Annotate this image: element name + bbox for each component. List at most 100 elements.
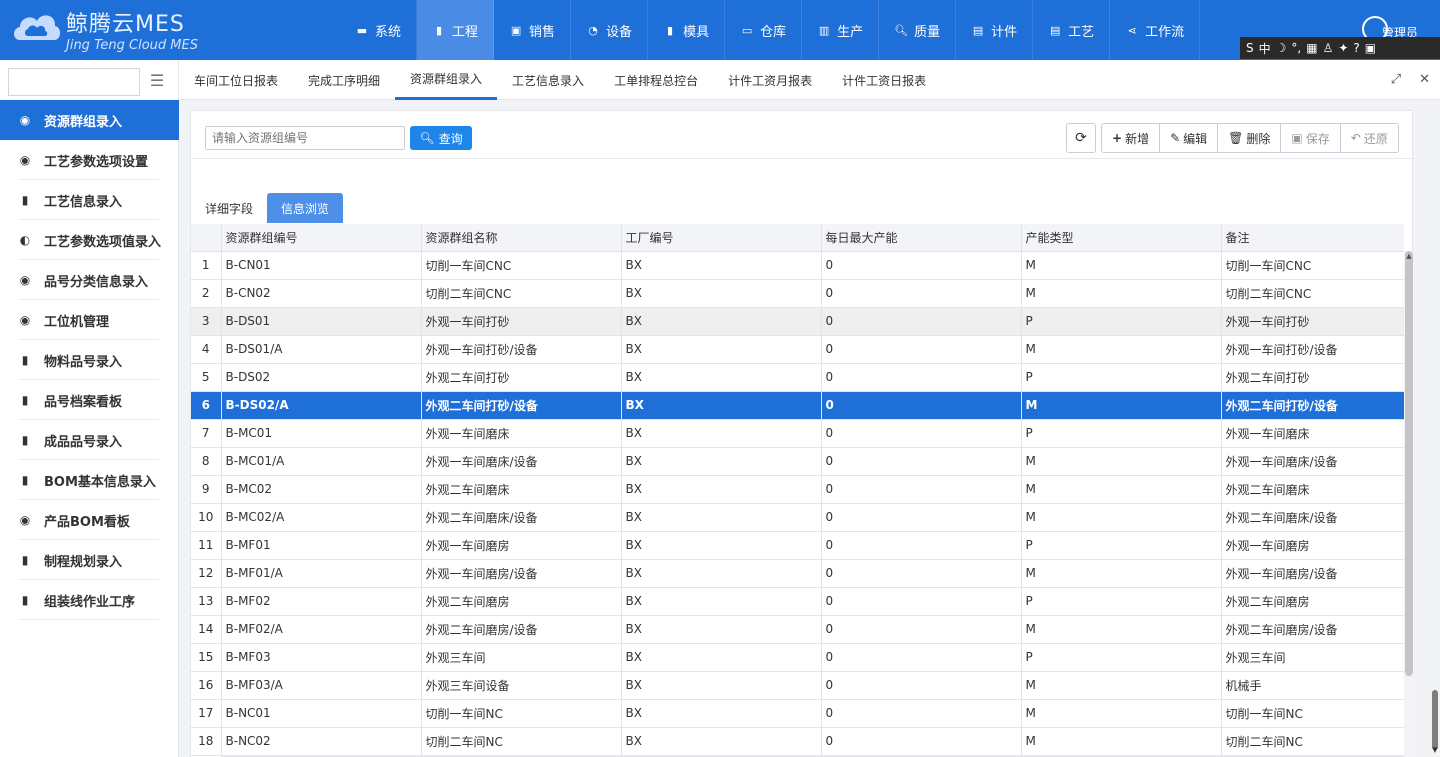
row-number: 7 <box>191 419 222 448</box>
tab-4[interactable]: 工单排程总控台 <box>599 60 713 100</box>
refresh-button[interactable]: ⟳ <box>1066 123 1096 153</box>
nav-item-1[interactable]: ▮ 工程 <box>417 0 495 60</box>
sidebar-item-7[interactable]: ▮ 品号档案看板 <box>0 380 179 420</box>
table-cell: BX <box>621 363 822 392</box>
resource-group-search-input[interactable] <box>205 126 405 150</box>
column-header[interactable]: 产能类型 <box>1021 224 1222 252</box>
nav-item-0[interactable]: ▬ 系统 <box>340 0 418 60</box>
tab-detail-fields[interactable]: 详细字段 <box>191 193 267 223</box>
scroll-down-arrow-icon[interactable]: ▼ <box>1430 745 1440 755</box>
ime-button-icon[interactable]: 中 <box>1259 40 1271 57</box>
ime-button-icon[interactable]: ♙ <box>1323 41 1334 55</box>
menu-collapse-icon[interactable]: ☰ <box>146 72 168 90</box>
sidebar-item-label: 物料品号录入 <box>44 354 123 370</box>
table-row[interactable]: 14 B-MF02/A 外观二车间磨房/设备 BX 0 M 外观二车间磨房/设备 <box>191 615 1404 644</box>
ime-button-icon[interactable]: ▣ <box>1365 41 1376 55</box>
table-cell: BX <box>621 251 822 280</box>
sidebar-item-3[interactable]: ◐ 工艺参数选项值录入 <box>0 220 179 260</box>
restore-button[interactable]: ↶ 还原 <box>1340 124 1398 152</box>
column-header[interactable]: 每日最大产能 <box>821 224 1022 252</box>
tab-6[interactable]: 计件工资日报表 <box>827 60 941 100</box>
row-number: 10 <box>191 503 222 532</box>
nav-item-10[interactable]: ⋖ 工作流 <box>1110 0 1201 60</box>
nav-item-7[interactable]: 🔍︎ 质量 <box>879 0 957 60</box>
grid-scroll-thumb[interactable] <box>1405 251 1413 676</box>
table-row[interactable]: 3 B-DS01 外观一车间打砂 BX 0 P 外观一车间打砂 <box>191 307 1404 336</box>
table-row[interactable]: 2 B-CN02 切削二车间CNC BX 0 M 切削二车间CNC <box>191 279 1404 308</box>
top-navbar: 鲸腾云MES Jing Teng Cloud MES ▬ 系统 ▮ 工程 ▣ 销售 ◔ 设备 ▮… <box>0 0 1440 60</box>
tab-5[interactable]: 计件工资月报表 <box>713 60 827 100</box>
table-row[interactable]: 4 B-DS01/A 外观一车间打砂/设备 BX 0 M 外观一车间打砂/设备 <box>191 335 1404 364</box>
sidebar-item-2[interactable]: ▮ 工艺信息录入 <box>0 180 179 220</box>
grid-vertical-scrollbar[interactable] <box>1404 251 1414 757</box>
column-header[interactable]: 资源群组编号 <box>221 224 422 252</box>
nav-item-9[interactable]: ▤ 工艺 <box>1033 0 1111 60</box>
tab-0[interactable]: 车间工位日报表 <box>179 60 293 100</box>
chip-icon: ▮ <box>21 553 29 567</box>
table-row[interactable]: 6 B-DS02/A 外观二车间打砂/设备 BX 0 M 外观二车间打砂/设备 <box>191 391 1404 420</box>
tab-3[interactable]: 工艺信息录入 <box>497 60 599 100</box>
save-button[interactable]: ▣ 保存 <box>1281 124 1341 152</box>
column-header[interactable]: 备注 <box>1221 224 1404 252</box>
sidebar-search-input[interactable] <box>8 68 140 96</box>
table-row[interactable]: 15 B-MF03 外观三车间 BX 0 P 外观三车间 <box>191 643 1404 672</box>
table-row[interactable]: 13 B-MF02 外观二车间磨房 BX 0 P 外观二车间磨房 <box>191 587 1404 616</box>
gauge-icon: ◔ <box>588 23 598 37</box>
ime-button-icon[interactable]: ✦ <box>1338 41 1348 55</box>
nav-item-8[interactable]: ▤ 计件 <box>956 0 1034 60</box>
sidebar-item-0[interactable]: ◉ 资源群组录入 <box>0 100 179 140</box>
sidebar-item-4[interactable]: ◉ 品号分类信息录入 <box>0 260 179 300</box>
search-button[interactable]: 🔍︎ 查询 <box>410 126 472 150</box>
table-row[interactable]: 17 B-NC01 切削一车间NC BX 0 M 切削一车间NC <box>191 699 1404 728</box>
table-row[interactable]: 5 B-DS02 外观二车间打砂 BX 0 P 外观二车间打砂 <box>191 363 1404 392</box>
tab-info-browse[interactable]: 信息浏览 <box>267 193 344 223</box>
table-row[interactable]: 11 B-MF01 外观一车间磨房 BX 0 P 外观一车间磨房 <box>191 531 1404 560</box>
nav-item-5[interactable]: ▭ 仓库 <box>725 0 803 60</box>
sidebar-item-11[interactable]: ▮ 制程规划录入 <box>0 540 179 580</box>
table-row[interactable]: 1 B-CN01 切削一车间CNC BX 0 M 切削一车间CNC <box>191 251 1404 280</box>
delete-button[interactable]: 🗑︎ 删除 <box>1218 124 1282 152</box>
table-cell: 外观一车间磨房 <box>421 531 622 560</box>
sidebar-item-9[interactable]: ▮ BOM基本信息录入 <box>0 460 179 500</box>
table-row[interactable]: 9 B-MC02 外观二车间磨床 BX 0 M 外观二车间磨床 <box>191 475 1404 504</box>
tab-1[interactable]: 完成工序明细 <box>293 60 395 100</box>
table-row[interactable]: 8 B-MC01/A 外观一车间磨床/设备 BX 0 M 外观一车间磨床/设备 <box>191 447 1404 476</box>
table-row[interactable]: 18 B-NC02 切削二车间NC BX 0 M 切削二车间NC <box>191 727 1404 756</box>
row-number: 16 <box>191 671 222 700</box>
sidebar-item-1[interactable]: ◉ 工艺参数选项设置 <box>0 140 179 180</box>
table-row[interactable]: 12 B-MF01/A 外观一车间磨房/设备 BX 0 M 外观一车间磨房/设备 <box>191 559 1404 588</box>
ime-button-icon[interactable]: ▦ <box>1306 41 1317 55</box>
row-number: 15 <box>191 643 222 672</box>
ime-button-icon[interactable]: S <box>1246 41 1254 55</box>
sidebar-item-12[interactable]: ▮ 组装线作业工序 <box>0 580 179 620</box>
table-row[interactable]: 7 B-MC01 外观一车间磨床 BX 0 P 外观一车间磨床 <box>191 419 1404 448</box>
ime-button-icon[interactable]: °, <box>1291 41 1301 55</box>
nav-item-4[interactable]: ▮ 模具 <box>648 0 726 60</box>
column-header[interactable]: 资源群组名称 <box>421 224 622 252</box>
sidebar-item-6[interactable]: ▮ 物料品号录入 <box>0 340 179 380</box>
scroll-up-arrow-icon[interactable]: ▲ <box>1404 251 1414 261</box>
table-cell: 0 <box>821 699 1022 728</box>
fullscreen-icon[interactable]: ⤢ <box>1391 72 1401 87</box>
tab-2[interactable]: 资源群组录入 <box>395 60 498 100</box>
add-button[interactable]: + 新增 <box>1102 124 1161 152</box>
nav-item-3[interactable]: ◔ 设备 <box>571 0 649 60</box>
sidebar-item-5[interactable]: ◉ 工位机管理 <box>0 300 179 340</box>
table-row[interactable]: 10 B-MC02/A 外观二车间磨床/设备 BX 0 M 外观二车间磨床/设备 <box>191 503 1404 532</box>
row-number: 3 <box>191 307 222 336</box>
table-row[interactable]: 16 B-MF03/A 外观三车间设备 BX 0 M 机械手 <box>191 671 1404 700</box>
sidebar-item-8[interactable]: ▮ 成品品号录入 <box>0 420 179 460</box>
close-tab-icon[interactable]: ✕ <box>1419 72 1430 87</box>
column-header[interactable]: 工厂编号 <box>621 224 822 252</box>
app-logo[interactable]: 鲸腾云MES Jing Teng Cloud MES <box>0 0 198 60</box>
ime-button-icon[interactable]: ? <box>1353 41 1359 55</box>
sidebar-item-10[interactable]: ◉ 产品BOM看板 <box>0 500 179 540</box>
nav-item-2[interactable]: ▣ 销售 <box>494 0 572 60</box>
ime-button-icon[interactable]: ☽ <box>1276 41 1287 55</box>
page-scroll-thumb[interactable] <box>1432 690 1438 750</box>
table-cell: 外观二车间打砂 <box>1221 363 1404 392</box>
nav-item-6[interactable]: ▥ 生产 <box>802 0 880 60</box>
edit-button[interactable]: ✎ 编辑 <box>1160 124 1219 152</box>
table-cell: 0 <box>821 251 1022 280</box>
table-cell: 外观一车间磨房 <box>1221 531 1404 560</box>
